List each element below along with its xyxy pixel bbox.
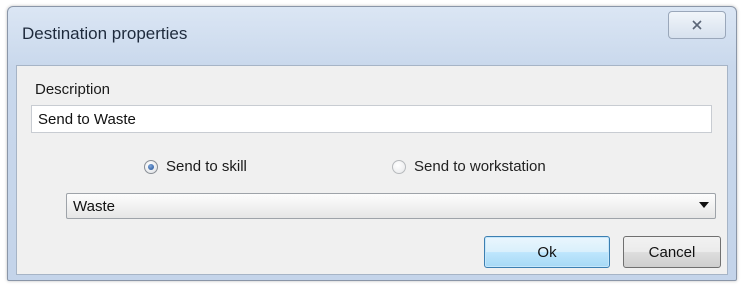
send-to-workstation-radio[interactable]: Send to workstation [392, 158, 546, 175]
send-to-skill-radio[interactable]: Send to skill [144, 158, 247, 175]
send-to-workstation-label: Send to workstation [414, 158, 546, 175]
title-bar[interactable]: Destination properties [8, 7, 736, 57]
destination-properties-dialog: Destination properties Description Send … [7, 6, 737, 281]
destination-dropdown[interactable]: Waste [66, 193, 716, 219]
dropdown-arrow-icon[interactable] [699, 202, 709, 208]
destination-dropdown-value: Waste [73, 197, 115, 215]
cancel-button[interactable]: Cancel [623, 236, 721, 268]
send-to-skill-label: Send to skill [166, 158, 247, 175]
close-icon [692, 20, 702, 30]
close-button[interactable] [668, 11, 726, 39]
description-input[interactable] [31, 105, 712, 133]
description-label: Description [35, 81, 111, 98]
dialog-client-area: Description Send to skill Send to workst… [16, 65, 728, 275]
radio-unselected-icon [392, 159, 406, 174]
ok-button[interactable]: Ok [484, 236, 610, 268]
radio-selected-icon [144, 159, 158, 174]
dialog-title: Destination properties [22, 24, 188, 43]
